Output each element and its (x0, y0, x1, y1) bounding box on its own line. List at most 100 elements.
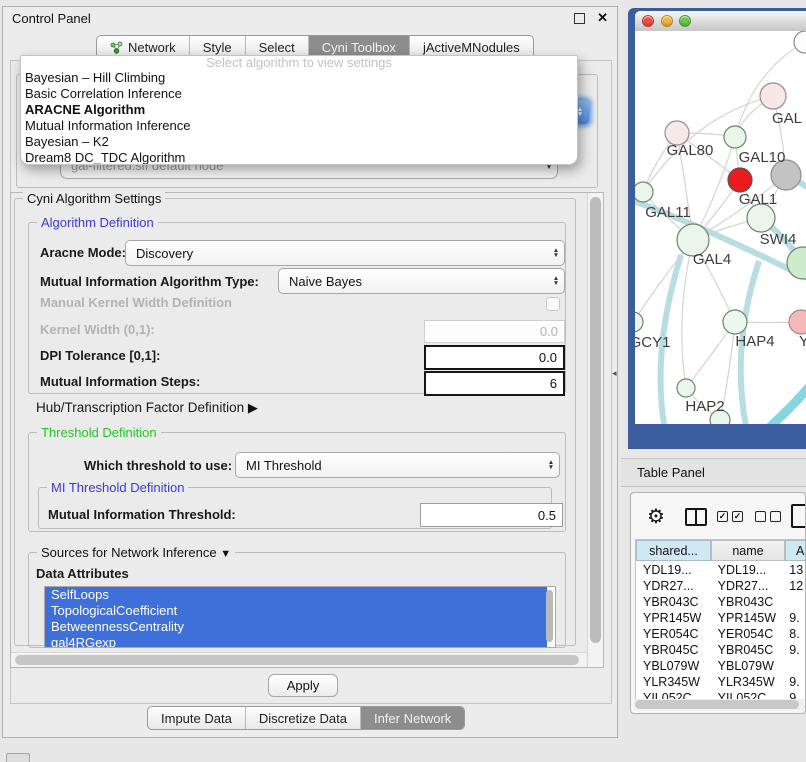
which-threshold-value: MI Threshold (236, 458, 543, 473)
table-row[interactable]: YPR145WYPR145W9. (636, 610, 806, 626)
network-node-hap2[interactable] (677, 379, 695, 397)
network-node-gal-pink[interactable] (760, 83, 786, 109)
aracne-mode-combo[interactable]: Discovery ▲▼ (125, 240, 565, 266)
mi-algorithm-type-combo[interactable]: Naive Bayes ▲▼ (278, 268, 565, 294)
vscrollbar-thumb[interactable] (590, 197, 601, 643)
app-root: Control Panel ✕ Network Style Select Cyn… (0, 0, 806, 762)
control-panel-titlebar: Control Panel ✕ (2, 6, 618, 30)
sources-group-title[interactable]: Sources for Network Inference ▼ (37, 545, 235, 560)
close-traffic-light-icon[interactable] (642, 15, 654, 27)
mi-steps-label: Mutual Information Steps: (40, 374, 200, 390)
settings-vscrollbar[interactable] (587, 193, 603, 667)
close-icon[interactable]: ✕ (597, 10, 608, 26)
table-cell: YBR045C (636, 642, 711, 658)
node-label: HAP2 (685, 398, 724, 415)
tab-discretize-data-label: Discretize Data (259, 711, 347, 726)
attribute-list-item[interactable]: BetweennessCentrality (45, 619, 547, 635)
network-node-gal10[interactable] (724, 126, 746, 148)
table-cell: YDR27... (636, 578, 711, 594)
tab-discretize-data[interactable]: Discretize Data (246, 707, 361, 729)
network-canvas[interactable]: GALGAL80GAL10GAL1GAL11GAL4SWI4GCY1HAP4YH… (635, 31, 806, 424)
table-row[interactable]: YLR345WYLR345W9. (636, 674, 806, 690)
table-body: YDL19...YDL19...13YDR27...YDR27...12YBR0… (636, 562, 806, 706)
gear-icon[interactable]: ⚙ (647, 503, 665, 531)
data-attributes-list[interactable]: SelfLoopsTopologicalCoefficientBetweenne… (44, 586, 556, 648)
which-threshold-combo[interactable]: MI Threshold ▲▼ (235, 452, 560, 478)
combo-spinner-icon: ▲▼ (543, 460, 559, 470)
hub-factor-expander[interactable]: Hub/Transcription Factor Definition ▶ (36, 400, 258, 416)
aracne-mode-value: Discovery (126, 246, 548, 261)
algorithm-popup-item[interactable]: Basic Correlation Inference (21, 86, 577, 102)
network-node-partial-top[interactable] (794, 31, 806, 53)
table-cell: YER054C (711, 626, 785, 642)
network-window-titlebar[interactable] (635, 11, 806, 32)
network-node-red-node[interactable] (728, 168, 752, 192)
algorithm-popup-item[interactable]: Dream8 DC_TDC Algorithm (21, 150, 577, 165)
tab-jactivemnodules-label: jActiveMNodules (423, 40, 520, 55)
table-cell: YDR27... (711, 578, 785, 594)
algorithm-popup-item[interactable]: Mutual Information Inference (21, 118, 577, 134)
node-label: GAL4 (693, 251, 731, 268)
table-hscrollbar-thumb[interactable] (635, 700, 799, 709)
column-header[interactable]: A (785, 540, 806, 561)
algorithm-popup-item[interactable]: Bayesian – Hill Climbing (21, 70, 577, 86)
network-node-pink-right[interactable] (789, 310, 806, 334)
mi-threshold-field[interactable]: 0.5 (420, 503, 563, 527)
attribute-list-item[interactable]: TopologicalCoefficient (45, 603, 547, 619)
mi-algorithm-type-value: Naive Bayes (279, 274, 548, 289)
tab-infer-network[interactable]: Infer Network (361, 707, 464, 729)
table-header-row: shared...nameA (636, 540, 806, 561)
checked-checkbox-icon[interactable]: ✓ (717, 511, 728, 522)
network-node-gcy1[interactable] (635, 312, 643, 332)
hscrollbar-thumb[interactable] (15, 655, 579, 665)
node-label: SWI4 (760, 231, 797, 248)
table-cell: 8. (784, 626, 806, 642)
table-row[interactable]: YBR045CYBR045C9. (636, 642, 806, 658)
zoom-traffic-light-icon[interactable] (679, 15, 691, 27)
table-cell (784, 658, 806, 674)
node-label: GAL80 (667, 142, 714, 159)
column-header[interactable]: name (711, 540, 785, 561)
column-header[interactable]: shared... (636, 540, 711, 561)
table-hscrollbar[interactable] (634, 699, 804, 710)
network-node-hap4[interactable] (723, 310, 747, 334)
table-row[interactable]: YDL19...YDL19...13 (636, 562, 806, 578)
table-row[interactable]: YBR043CYBR043C (636, 594, 806, 610)
attributes-vscrollbar-thumb[interactable] (546, 590, 553, 642)
apply-button[interactable]: Apply (268, 674, 338, 697)
checked-checkbox-icon[interactable]: ✓ (732, 511, 743, 522)
cyni-bottom-tabbar: Impute Data Discretize Data Infer Networ… (147, 706, 465, 730)
node-table[interactable]: shared...nameA YDL19...YDL19...13YDR27..… (635, 539, 806, 707)
dpi-tolerance-field[interactable]: 0.0 (424, 345, 565, 370)
table-row[interactable]: YER054CYER054C8. (636, 626, 806, 642)
columns-icon[interactable] (685, 508, 707, 526)
float-window-icon[interactable] (574, 13, 585, 24)
table-row[interactable]: YDR27...YDR27...12 (636, 578, 806, 594)
unchecked-checkbox-icon[interactable] (755, 511, 766, 522)
network-node-gal11[interactable] (635, 182, 653, 202)
network-icon (110, 41, 123, 54)
document-icon[interactable] (791, 504, 806, 528)
mi-algorithm-type-label: Mutual Information Algorithm Type: (40, 274, 259, 290)
mi-steps-field[interactable]: 6 (424, 371, 565, 396)
network-node-swi4[interactable] (787, 247, 806, 279)
settings-hscrollbar[interactable] (11, 652, 586, 667)
collapsed-panel-fragment[interactable] (6, 753, 30, 762)
network-node-gal1[interactable] (747, 204, 775, 232)
algorithm-popup-item[interactable]: Bayesian – K2 (21, 134, 577, 150)
manual-kernel-width-checkbox[interactable] (546, 297, 560, 311)
attribute-list-item[interactable]: gal4RGexp (45, 635, 547, 648)
tab-impute-data[interactable]: Impute Data (148, 707, 246, 729)
algorithm-popup-item[interactable]: ARACNE Algorithm (21, 102, 577, 118)
kernel-width-field[interactable]: 0.0 (424, 320, 565, 343)
unchecked-checkbox-icon[interactable] (770, 511, 781, 522)
table-cell: YER054C (636, 626, 711, 642)
node-label: Y (799, 333, 806, 350)
table-row[interactable]: YBL079WYBL079W (636, 658, 806, 674)
panel-divider-collapse-icon[interactable]: ◂ (612, 368, 617, 379)
mi-threshold-label: Mutual Information Threshold: (48, 507, 236, 523)
algorithm-popup-placeholder: Select algorithm to view settings (21, 56, 577, 70)
tab-impute-data-label: Impute Data (161, 711, 232, 726)
minimize-traffic-light-icon[interactable] (661, 15, 673, 27)
attribute-list-item[interactable]: SelfLoops (45, 587, 547, 603)
